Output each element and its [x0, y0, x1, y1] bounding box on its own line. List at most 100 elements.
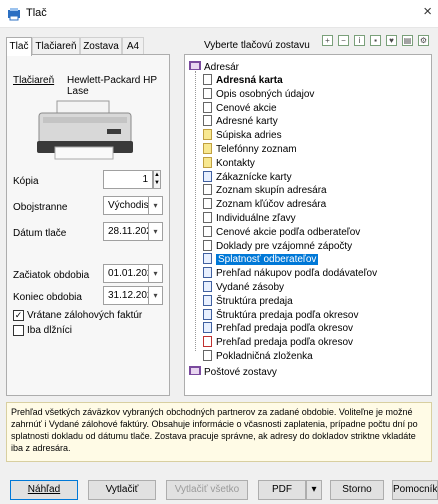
tree-item[interactable]: Prehľad nákupov podľa dodávateľov	[203, 267, 377, 279]
info-icon[interactable]: i	[354, 35, 365, 46]
debtors-only-label: Iba dlžníci	[27, 325, 73, 336]
tree-item-label: Štruktúra predaja	[216, 295, 293, 307]
chevron-down-icon[interactable]: ▾	[149, 286, 163, 305]
tree-item-label: Súpiska adries	[216, 130, 282, 142]
chevron-down-icon[interactable]: ▾	[149, 196, 163, 215]
tree-item[interactable]: Prehľad predaja podľa okresov	[203, 322, 353, 334]
chevron-down-icon[interactable]: ▾	[149, 264, 163, 283]
settings-icon[interactable]: ⚙	[418, 35, 429, 46]
report-icon	[203, 212, 212, 223]
report-icon	[203, 143, 212, 154]
report-icon	[203, 281, 212, 292]
tree-item[interactable]: Adresné karty	[203, 115, 278, 127]
folder-icon	[189, 366, 201, 375]
report-icon	[203, 225, 212, 237]
report-icon	[203, 308, 212, 320]
duplex-select[interactable]: Východisko	[103, 196, 149, 215]
app-icon	[8, 8, 20, 21]
period-end-input[interactable]: 31.12.2022	[103, 286, 149, 305]
tree-item[interactable]: Zákaznícke karty	[203, 170, 292, 183]
tree-item[interactable]: Zoznam kľúčov adresára	[203, 198, 326, 210]
pdf-dropdown-icon[interactable]: ▾	[306, 480, 322, 500]
tree-root-label: Adresár	[204, 62, 240, 73]
tree-item[interactable]: Štruktúra predaja podľa okresov	[203, 308, 359, 321]
debtors-only-checkbox[interactable]	[13, 325, 24, 336]
tree-item[interactable]: Telefónny zoznam	[203, 143, 297, 155]
tree-item-label: Prehľad predaja podľa okresov	[216, 337, 354, 349]
tree-item[interactable]: Cenové akcie podľa odberateľov	[203, 225, 360, 238]
chevron-down-icon[interactable]: ▾	[149, 222, 163, 241]
tree-item-label: Splatnosť odberateľov	[216, 254, 319, 266]
period-start-label: Začiatok obdobia	[13, 270, 90, 281]
tree-guide-line	[195, 71, 196, 351]
report-icon	[203, 129, 212, 141]
report-icon	[203, 253, 212, 265]
expand-icon[interactable]: +	[322, 35, 333, 46]
print-all-button[interactable]: Vytlačiť všetko	[166, 480, 248, 500]
tree-item-label: Zákaznícke karty	[216, 171, 292, 183]
tree-item[interactable]: Opis osobných údajov	[203, 87, 314, 100]
tree-item[interactable]: Vydané zásoby	[203, 281, 284, 293]
tree-item[interactable]: Splatnosť odberateľov	[203, 253, 319, 266]
help-button[interactable]: Pomocník	[392, 480, 438, 500]
report-icon	[203, 294, 212, 306]
tree-item[interactable]: Štruktúra predaja	[203, 294, 293, 307]
copies-stepper[interactable]: ▲ ▼	[153, 170, 161, 189]
tree-item[interactable]: Súpiska adries	[203, 129, 282, 141]
duplex-label: Obojstranne	[13, 202, 68, 213]
tree-item-label: Pokladničná zloženka	[216, 351, 313, 362]
report-icon	[203, 74, 212, 85]
tree-item[interactable]: Zoznam skupín adresára	[203, 184, 327, 196]
tab-printer[interactable]: Tlačiareň	[32, 37, 80, 55]
report-icon	[203, 101, 212, 113]
tree-item[interactable]: Prehľad predaja podľa okresov	[203, 336, 353, 348]
tab-print[interactable]: Tlač	[6, 37, 32, 56]
tree-root-address-book[interactable]: Adresár	[189, 60, 239, 73]
tree-item[interactable]: Pokladničná zloženka	[203, 350, 313, 362]
tree-item[interactable]: Adresná karta	[203, 74, 283, 86]
title-bar: Tlač ×	[0, 0, 438, 28]
cancel-button[interactable]: Storno	[330, 480, 384, 500]
collapse-icon[interactable]: −	[338, 35, 349, 46]
tree-item-label: Štruktúra predaja podľa okresov	[216, 309, 359, 321]
report-icon	[203, 336, 212, 348]
tree-item-label: Individuálne zľavy	[216, 213, 296, 224]
tab-report[interactable]: Zostava	[80, 37, 122, 55]
report-description: Prehľad všetkých záväzkov vybraných obch…	[6, 402, 432, 462]
period-end-label: Koniec obdobia	[13, 292, 82, 303]
copies-input[interactable]: 1	[103, 170, 153, 189]
window-title: Tlač	[26, 7, 47, 19]
close-icon[interactable]: ×	[423, 3, 432, 20]
printer-image	[37, 100, 133, 160]
print-button[interactable]: Vytlačiť	[88, 480, 156, 500]
tab-a4[interactable]: A4	[122, 37, 144, 55]
favorite-icon[interactable]: ♥	[386, 35, 397, 46]
print-date-input[interactable]: 28.11.2022	[103, 222, 149, 241]
tree-item-label: Prehľad predaja podľa okresov	[216, 323, 354, 335]
period-start-input[interactable]: 01.01.2022	[103, 264, 149, 283]
preview-button[interactable]: Náhľad	[10, 480, 78, 500]
tree-item-label: Doklady pre vzájomné zápočty	[216, 240, 353, 252]
report-icon	[203, 156, 212, 168]
pdf-button[interactable]: PDF	[258, 480, 306, 500]
printer-label[interactable]: Tlačiareň	[13, 75, 54, 86]
report-icon	[203, 87, 212, 99]
report-icon	[203, 239, 212, 251]
tree-item-label: Prehľad nákupov podľa dodávateľov	[216, 268, 378, 280]
tree-item[interactable]: Cenové akcie	[203, 101, 277, 114]
tree-item-label: Telefónny zoznam	[216, 144, 297, 155]
tree-item-label: Vydané zásoby	[216, 282, 285, 293]
print-date-label: Dátum tlače	[13, 228, 67, 239]
report-icon[interactable]: ▪	[370, 35, 381, 46]
report-icon	[203, 184, 212, 196]
tree-item[interactable]: Doklady pre vzájomné zápočty	[203, 239, 353, 252]
report-icon	[203, 322, 212, 334]
tree-item[interactable]: Kontakty	[203, 156, 255, 169]
report-icon	[203, 198, 212, 210]
advance-invoices-checkbox[interactable]: ✓	[13, 310, 24, 321]
tree-item[interactable]: Individuálne zľavy	[203, 212, 296, 224]
tree-root-postal[interactable]: Poštové zostavy	[189, 365, 277, 378]
print-settings-panel: Tlačiareň Hewlett-Packard HP Lase Kópia …	[6, 54, 170, 396]
export-icon[interactable]: ▤	[402, 35, 413, 46]
tree-item-label: Zoznam kľúčov adresára	[216, 199, 327, 211]
